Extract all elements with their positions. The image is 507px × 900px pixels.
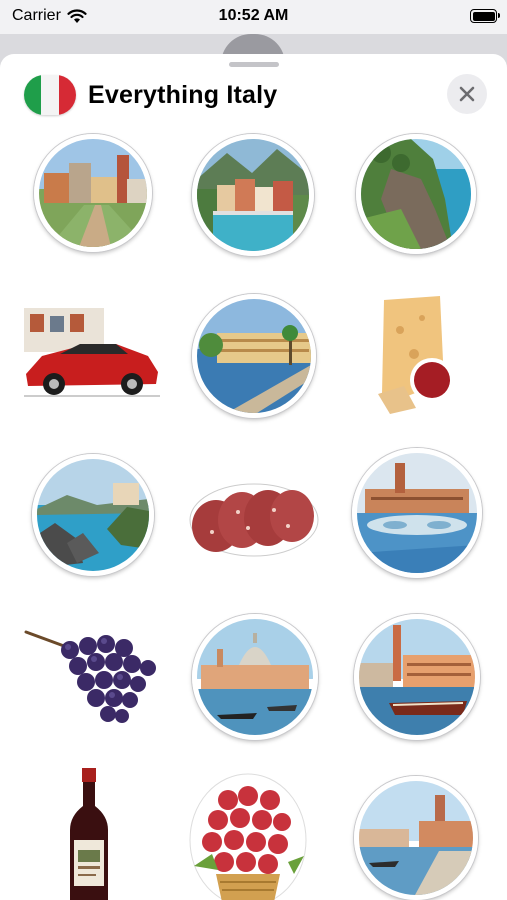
sticker-salami-slices[interactable] <box>188 482 320 558</box>
cheese-icon <box>376 290 454 414</box>
sticker-grape-basket[interactable] <box>188 770 308 900</box>
sticker-village-square[interactable] <box>34 134 152 252</box>
sticker-sheet: Everything Italy <box>0 54 507 900</box>
sticker-venice-gondola[interactable] <box>354 614 480 740</box>
sheet-header: Everything Italy <box>24 74 487 116</box>
clock: 10:52 AM <box>218 7 289 24</box>
sheet-title: Everything Italy <box>88 80 278 109</box>
flag-red-stripe <box>58 75 76 115</box>
sticker-grapes[interactable] <box>24 622 160 732</box>
riviera-promenade-icon <box>197 299 311 413</box>
battery-icon <box>470 9 500 23</box>
sticker-wine-bottle[interactable] <box>66 766 112 900</box>
sticker-red-sports-car[interactable] <box>20 304 162 404</box>
village-square-icon <box>39 139 147 247</box>
sticker-canal-street[interactable] <box>354 776 478 900</box>
piazza-fountain-icon <box>357 453 477 573</box>
grape-basket-icon <box>189 773 307 900</box>
italy-flag-icon <box>24 75 76 115</box>
sticker-coastal-cliffs[interactable] <box>356 134 476 254</box>
canal-street-icon <box>359 781 473 895</box>
bay-rocks-icon <box>37 459 149 571</box>
grapes-icon <box>24 630 156 723</box>
venice-dome-icon <box>197 619 313 735</box>
status-bar: Carrier 10:52 AM <box>0 0 507 34</box>
sticker-cheese-wedge[interactable] <box>370 290 460 422</box>
venice-gondola-icon <box>359 619 475 735</box>
sticker-venice-dome[interactable] <box>192 614 318 740</box>
coastal-cliffs-icon <box>361 139 471 249</box>
sticker-riviera-promenade[interactable] <box>192 294 316 418</box>
close-button[interactable] <box>447 74 487 114</box>
sheet-grabber[interactable] <box>229 62 279 67</box>
salami-icon <box>189 483 319 557</box>
sticker-piazza-fountain[interactable] <box>352 448 482 578</box>
sports-car-icon <box>24 308 160 397</box>
close-icon <box>459 86 475 102</box>
flag-white-stripe <box>41 75 59 115</box>
sticker-bay-rocks[interactable] <box>32 454 154 576</box>
flag-green-stripe <box>24 75 42 115</box>
sticker-lakeside-town[interactable] <box>192 134 314 256</box>
lakeside-town-icon <box>197 139 309 251</box>
wine-bottle-icon <box>70 768 108 900</box>
